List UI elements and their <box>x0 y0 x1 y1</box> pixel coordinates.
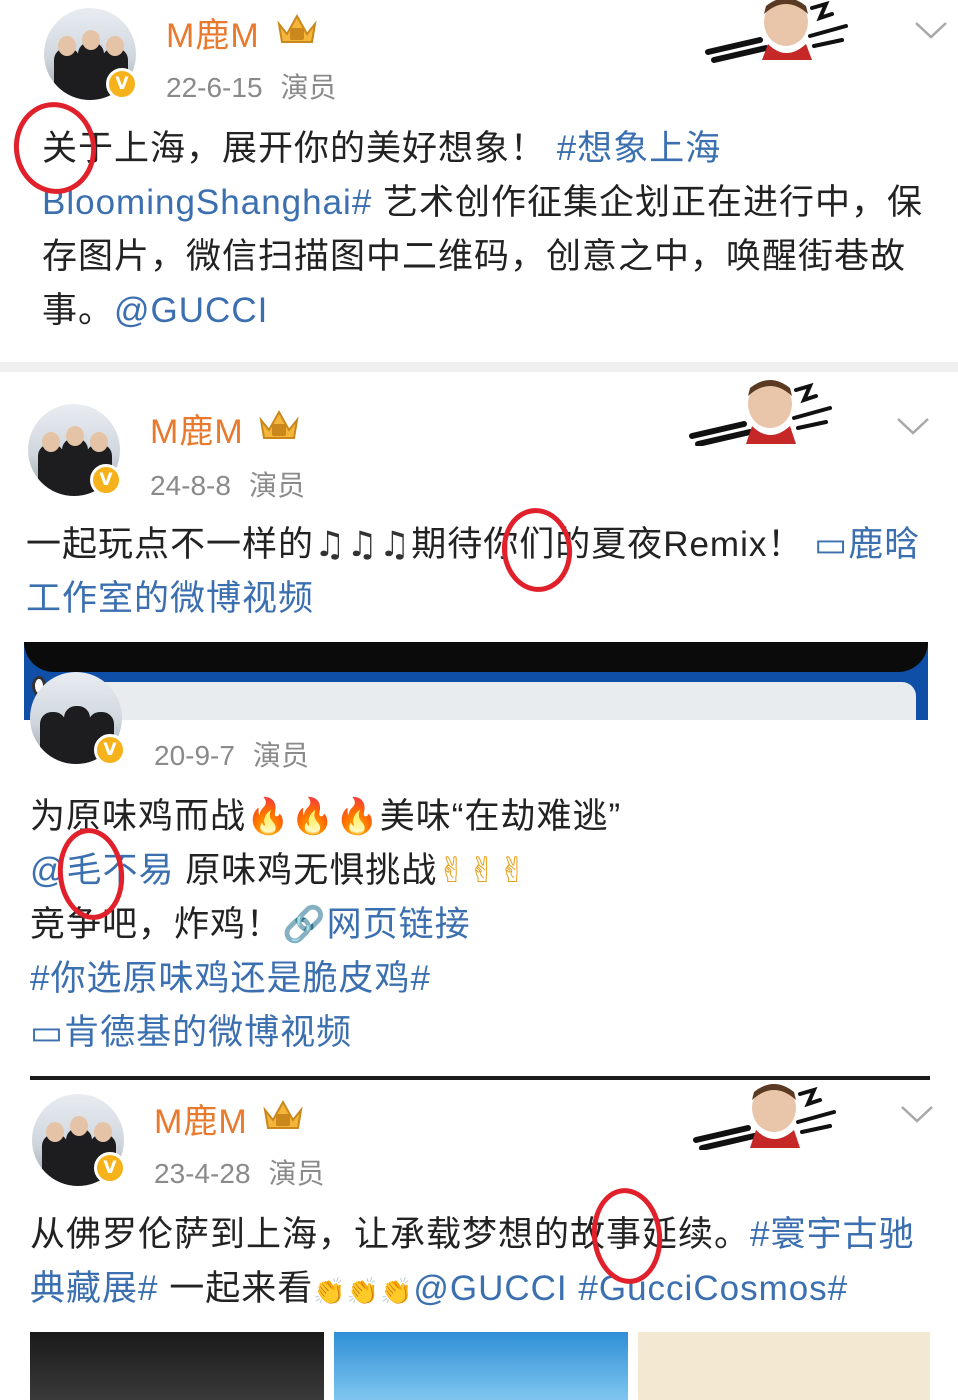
clap-icon: 👏 <box>379 1277 414 1307</box>
fire-icon: 🔥 <box>290 797 336 837</box>
hashtag-link[interactable]: #你选原味鸡还是脆皮鸡# <box>30 959 431 998</box>
author-name[interactable]: M鹿M <box>150 404 244 453</box>
post-3: V 20-9-7 演员 为原味鸡而战🔥🔥🔥美味“在劫难逃” @毛不易 原味鸡无惧挑… <box>0 672 958 1076</box>
post-1: V M鹿M 22-6-15 演员 关于上海，展开你的美好想象！ #想象上海 Blo… <box>0 0 958 362</box>
link-icon: 🔗 <box>282 905 327 945</box>
clap-icon: 👏 <box>313 1277 347 1307</box>
fan-card-banner <box>705 0 848 63</box>
post-role: 演员 <box>268 1158 325 1189</box>
hashtag-link[interactable]: BloomingShanghai# <box>42 183 372 222</box>
post-image-thumbnail[interactable] <box>334 1332 628 1400</box>
fire-icon: 🔥 <box>246 797 291 837</box>
post-meta: 23-4-28 演员 <box>154 1152 325 1192</box>
crown-badge-icon <box>263 1099 303 1129</box>
chevron-down-icon[interactable] <box>914 20 948 40</box>
post-date: 24-8-8 <box>150 470 231 501</box>
author-name[interactable]: M鹿M <box>166 8 260 57</box>
victory-hand-icon: ✌ <box>497 851 529 891</box>
mention-link[interactable]: @GUCCI <box>114 291 268 330</box>
post-4: V M鹿M 23-4-28 演员 从佛罗伦萨到上海，让承载梦想的故事延续。#寰宇古… <box>0 1080 958 1332</box>
victory-hand-icon: ✌ <box>437 851 468 891</box>
post-text: 关于上海，展开你的美好想象！ #想象上海 BloomingShanghai# 艺… <box>42 129 924 330</box>
verified-badge-icon: V <box>94 1152 126 1184</box>
hashtag-link[interactable]: #寰宇古驰 <box>750 1215 914 1254</box>
video-icon: ▭ <box>814 525 849 565</box>
verified-badge-icon: V <box>90 464 122 496</box>
post-role: 演员 <box>252 740 309 771</box>
post-date: 23-4-28 <box>154 1158 251 1189</box>
music-note-icon: ♫ <box>378 525 412 565</box>
post-text: 为原味鸡而战🔥🔥🔥美味“在劫难逃” @毛不易 原味鸡无惧挑战✌✌✌ 竞争吧，炸鸡… <box>30 797 622 1053</box>
post-meta: 22-6-15 演员 <box>166 66 337 106</box>
post-text: 从佛罗伦萨到上海，让承载梦想的故事延续。#寰宇古驰 典藏展# 一起来看👏👏👏@G… <box>30 1215 915 1308</box>
victory-hand-icon: ✌ <box>467 851 498 891</box>
post-image-thumbnail[interactable] <box>638 1332 930 1400</box>
hashtag-link[interactable]: 典藏展# <box>30 1269 158 1308</box>
web-link[interactable]: 网页链接 <box>327 905 471 944</box>
video-icon: ▭ <box>30 1013 65 1053</box>
chevron-down-icon[interactable] <box>900 1104 934 1124</box>
fire-icon: 🔥 <box>335 797 380 837</box>
post-date: 22-6-15 <box>166 72 263 103</box>
chevron-down-icon[interactable] <box>896 416 930 436</box>
post-divider <box>0 362 958 372</box>
crown-badge-icon <box>259 409 299 439</box>
author-name[interactable]: M鹿M <box>154 1094 248 1143</box>
verified-badge-icon: V <box>94 734 126 766</box>
post-role: 演员 <box>280 72 337 103</box>
post-meta: 20-9-7 演员 <box>154 734 309 774</box>
video-link[interactable]: 肯德基的微博视频 <box>64 1013 352 1052</box>
mention-link[interactable]: @GUCCI <box>413 1269 567 1308</box>
post-date: 20-9-7 <box>154 740 235 771</box>
post-2: V M鹿M 24-8-8 演员 一起玩点不一样的♫♫♫期待你们的夏夜Remix！ … <box>0 372 958 642</box>
post-role: 演员 <box>248 470 305 501</box>
video-preview[interactable] <box>24 642 928 720</box>
fan-card-banner <box>693 1084 836 1150</box>
hashtag-link[interactable]: #想象上海 <box>557 129 721 168</box>
post-text: 一起玩点不一样的♫♫♫期待你们的夏夜Remix！ ▭鹿晗工作室的微博视频 <box>26 525 921 618</box>
crown-badge-icon <box>277 13 317 43</box>
verified-badge-icon: V <box>106 68 138 100</box>
fan-card-banner <box>689 380 832 446</box>
post-image-thumbnail[interactable] <box>30 1332 324 1400</box>
music-note-icon: ♫ <box>314 525 347 565</box>
post-meta: 24-8-8 演员 <box>150 464 305 504</box>
music-note-icon: ♫ <box>346 525 379 565</box>
clap-icon: 👏 <box>346 1277 380 1307</box>
